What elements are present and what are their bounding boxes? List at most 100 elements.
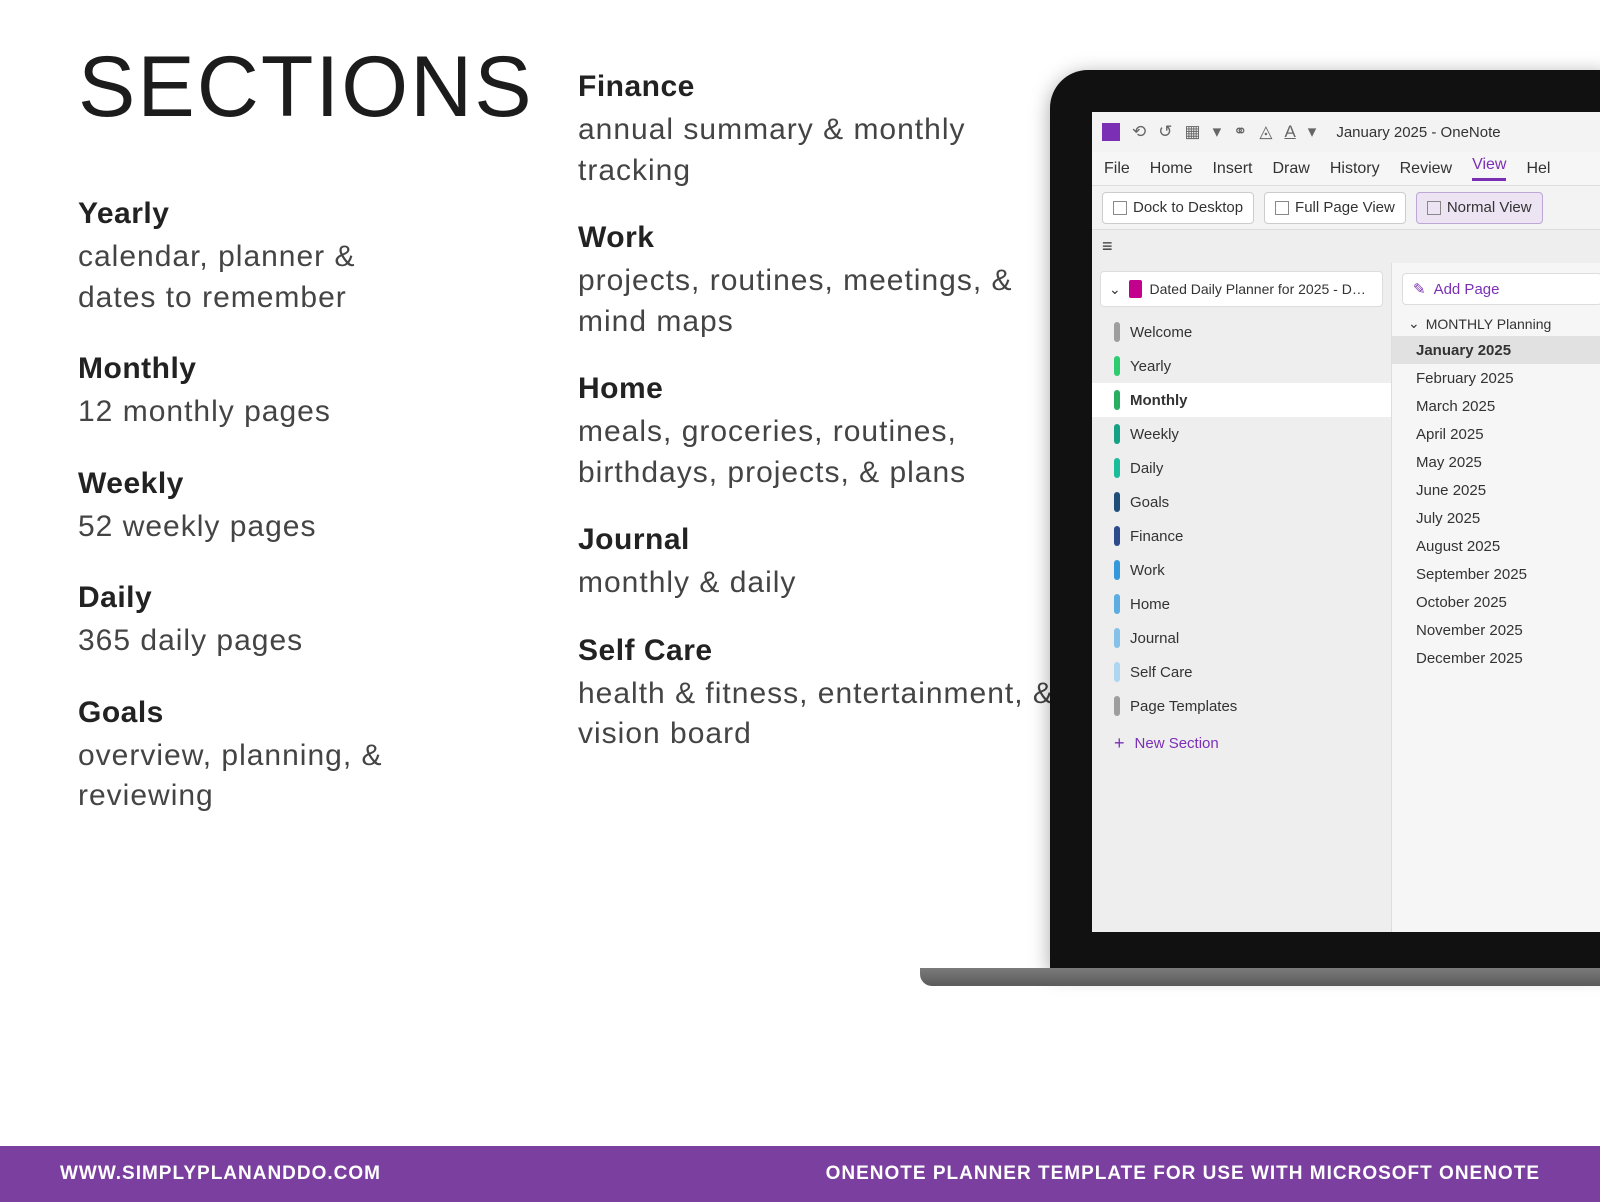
- onenote-logo-icon: [1102, 123, 1120, 141]
- section-block: Weekly52 weekly pages: [78, 467, 438, 548]
- back-icon[interactable]: ⟲: [1132, 122, 1146, 142]
- menu-draw[interactable]: Draw: [1272, 160, 1309, 178]
- page-group-header[interactable]: ⌄ MONTHLY Planning: [1392, 311, 1600, 336]
- section-heading: Goals: [78, 696, 438, 730]
- section-label: Finance: [1130, 528, 1183, 545]
- section-monthly[interactable]: Monthly: [1092, 383, 1391, 417]
- section-heading: Work: [578, 221, 1058, 255]
- section-heading: Yearly: [78, 197, 438, 231]
- hamburger-row: ≡: [1092, 230, 1600, 263]
- normalview-icon: [1427, 201, 1441, 215]
- section-finance[interactable]: Finance: [1092, 519, 1391, 553]
- onenote-window: ⟲ ↺ ▦ ▾ ⚭ ◬ A ▾ January 2025 - OneNote F…: [1092, 112, 1600, 932]
- section-heading: Daily: [78, 581, 438, 615]
- section-color-icon: [1114, 322, 1120, 342]
- laptop-base: [920, 968, 1600, 986]
- font-color-icon[interactable]: A: [1284, 122, 1295, 142]
- section-heading: Self Care: [578, 634, 1058, 668]
- notebook-header[interactable]: ⌄ Dated Daily Planner for 2025 - DEMO...: [1100, 271, 1383, 307]
- onenote-ribbon: Dock to Desktop Full Page View Normal Vi…: [1092, 186, 1600, 230]
- section-block: Daily365 daily pages: [78, 581, 438, 662]
- page-january-2025[interactable]: January 2025: [1392, 336, 1600, 364]
- document-title: January 2025 - OneNote: [1336, 124, 1500, 141]
- section-self-care[interactable]: Self Care: [1092, 655, 1391, 689]
- section-work[interactable]: Work: [1092, 553, 1391, 587]
- menu-home[interactable]: Home: [1150, 160, 1193, 178]
- section-desc: 12 monthly pages: [78, 392, 438, 433]
- page-march-2025[interactable]: March 2025: [1392, 392, 1600, 420]
- dock-to-desktop-button[interactable]: Dock to Desktop: [1102, 192, 1254, 224]
- section-label: Welcome: [1130, 324, 1192, 341]
- page-july-2025[interactable]: July 2025: [1392, 504, 1600, 532]
- section-block: Yearlycalendar, planner & dates to remem…: [78, 197, 438, 318]
- page-october-2025[interactable]: October 2025: [1392, 588, 1600, 616]
- section-label: Self Care: [1130, 664, 1193, 681]
- section-color-icon: [1114, 458, 1120, 478]
- section-label: Home: [1130, 596, 1170, 613]
- onenote-menu: File Home Insert Draw History Review View Hel: [1092, 152, 1600, 186]
- add-page-icon: ✎: [1413, 280, 1426, 298]
- section-weekly[interactable]: Weekly: [1092, 417, 1391, 451]
- section-color-icon: [1114, 594, 1120, 614]
- page-december-2025[interactable]: December 2025: [1392, 644, 1600, 672]
- hamburger-icon[interactable]: ≡: [1102, 236, 1113, 256]
- menu-insert[interactable]: Insert: [1212, 160, 1252, 178]
- section-goals[interactable]: Goals: [1092, 485, 1391, 519]
- page-november-2025[interactable]: November 2025: [1392, 616, 1600, 644]
- menu-history[interactable]: History: [1330, 160, 1380, 178]
- page-september-2025[interactable]: September 2025: [1392, 560, 1600, 588]
- section-desc: health & fitness, entertainment, & visio…: [578, 674, 1058, 755]
- section-block: Goalsoverview, planning, & reviewing: [78, 696, 438, 817]
- new-section-button[interactable]: + New Section: [1092, 723, 1391, 754]
- section-daily[interactable]: Daily: [1092, 451, 1391, 485]
- plus-icon: +: [1114, 733, 1125, 754]
- laptop-mock: ⟲ ↺ ▦ ▾ ⚭ ◬ A ▾ January 2025 - OneNote F…: [1050, 70, 1600, 970]
- section-color-icon: [1114, 560, 1120, 580]
- section-desc: projects, routines, meetings, & mind map…: [578, 261, 1058, 342]
- section-heading: Weekly: [78, 467, 438, 501]
- section-heading: Finance: [578, 70, 1058, 104]
- section-label: Yearly: [1130, 358, 1171, 375]
- section-journal[interactable]: Journal: [1092, 621, 1391, 655]
- section-label: Work: [1130, 562, 1165, 579]
- section-page-templates[interactable]: Page Templates: [1092, 689, 1391, 723]
- undo-icon[interactable]: ↺: [1158, 122, 1172, 142]
- menu-file[interactable]: File: [1104, 160, 1130, 178]
- pages-column: ✎ Add Page ⌄ MONTHLY Planning January 20…: [1392, 263, 1600, 932]
- section-home[interactable]: Home: [1092, 587, 1391, 621]
- section-color-icon: [1114, 662, 1120, 682]
- section-label: Weekly: [1130, 426, 1179, 443]
- section-block: Work projects, routines, meetings, & mind…: [578, 221, 1058, 342]
- notebook-icon: [1129, 280, 1142, 298]
- full-label: Full Page View: [1295, 199, 1395, 216]
- link-icon[interactable]: ⚭: [1233, 122, 1247, 142]
- page-august-2025[interactable]: August 2025: [1392, 532, 1600, 560]
- footer-tagline: ONENOTE PLANNER TEMPLATE FOR USE WITH MI…: [826, 1163, 1540, 1185]
- table-icon[interactable]: ▦: [1185, 122, 1201, 142]
- footer-bar: WWW.SIMPLYPLANANDDO.COM ONENOTE PLANNER …: [0, 1146, 1600, 1202]
- page-april-2025[interactable]: April 2025: [1392, 420, 1600, 448]
- menu-review[interactable]: Review: [1400, 160, 1452, 178]
- page-group-label: MONTHLY Planning: [1426, 316, 1552, 332]
- fullpage-icon: [1275, 201, 1289, 215]
- section-color-icon: [1114, 492, 1120, 512]
- menu-hel[interactable]: Hel: [1526, 160, 1550, 178]
- section-heading: Monthly: [78, 352, 438, 386]
- section-color-icon: [1114, 424, 1120, 444]
- dropdown2-icon[interactable]: ▾: [1308, 122, 1317, 142]
- section-block: Financeannual summary & monthly tracking: [578, 70, 1058, 191]
- page-may-2025[interactable]: May 2025: [1392, 448, 1600, 476]
- dropdown-icon[interactable]: ▾: [1213, 122, 1222, 142]
- section-welcome[interactable]: Welcome: [1092, 315, 1391, 349]
- notebook-column: ⌄ Dated Daily Planner for 2025 - DEMO...…: [1092, 263, 1392, 932]
- section-color-icon: [1114, 628, 1120, 648]
- section-yearly[interactable]: Yearly: [1092, 349, 1391, 383]
- add-page-button[interactable]: ✎ Add Page: [1402, 273, 1600, 305]
- page-february-2025[interactable]: February 2025: [1392, 364, 1600, 392]
- menu-view[interactable]: View: [1472, 156, 1506, 181]
- page-june-2025[interactable]: June 2025: [1392, 476, 1600, 504]
- highlight-icon[interactable]: ◬: [1259, 122, 1272, 142]
- normal-label: Normal View: [1447, 199, 1532, 216]
- full-page-view-button[interactable]: Full Page View: [1264, 192, 1406, 224]
- normal-view-button[interactable]: Normal View: [1416, 192, 1543, 224]
